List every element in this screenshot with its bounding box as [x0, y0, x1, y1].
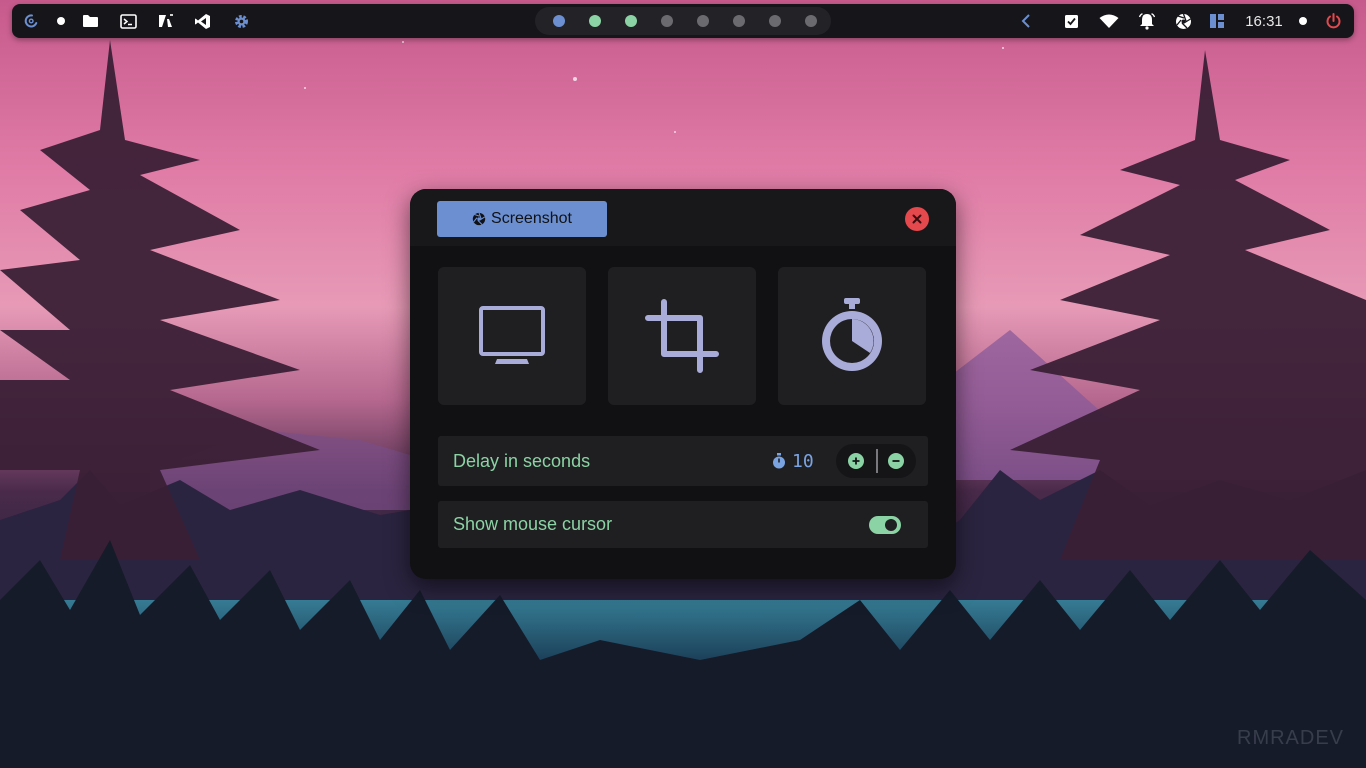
workspace-2-indicator[interactable] — [589, 15, 601, 27]
dialog-title-badge: Screenshot — [437, 201, 607, 237]
delay-display: 10 — [772, 436, 814, 486]
workspace-5-indicator[interactable] — [697, 15, 709, 27]
vscode-icon[interactable] — [192, 4, 212, 38]
layout-icon[interactable] — [1207, 4, 1227, 38]
workspace-1-indicator[interactable] — [553, 15, 565, 27]
clock[interactable]: 16:31 — [1236, 4, 1292, 38]
workspace-6-indicator[interactable] — [733, 15, 745, 27]
dialog-title: Screenshot — [491, 210, 572, 227]
notification-bell-icon[interactable] — [1136, 4, 1158, 38]
show-cursor-toggle[interactable] — [869, 516, 901, 534]
stepper-divider — [876, 449, 878, 473]
toggle-knob — [885, 519, 897, 531]
workspace-switcher — [535, 7, 831, 35]
dot-icon — [54, 4, 68, 38]
area-capture-button[interactable] — [608, 267, 756, 405]
code-editor-icon[interactable] — [155, 4, 175, 38]
workspace-8-indicator[interactable] — [805, 15, 817, 27]
wifi-icon[interactable] — [1097, 4, 1121, 38]
plus-icon — [852, 457, 860, 465]
workspace-3-indicator[interactable] — [625, 15, 637, 27]
close-icon — [912, 214, 922, 224]
dialog-header: Screenshot — [410, 189, 956, 246]
top-panel: 16:31 — [12, 4, 1354, 38]
dot-icon — [1296, 4, 1310, 38]
cursor-row: Show mouse cursor — [438, 501, 928, 548]
cursor-label: Show mouse cursor — [453, 514, 613, 534]
stopwatch-icon — [822, 298, 882, 371]
delay-row: Delay in seconds 10 — [438, 436, 928, 486]
fullscreen-capture-button[interactable] — [438, 267, 586, 405]
workspace-7-indicator[interactable] — [769, 15, 781, 27]
delay-stepper — [836, 444, 916, 478]
delay-value: 10 — [792, 450, 814, 472]
terminal-icon[interactable] — [118, 4, 138, 38]
folder-icon[interactable] — [80, 4, 100, 38]
monitor-icon — [479, 306, 545, 364]
workspace-4-indicator[interactable] — [661, 15, 673, 27]
screenshot-dialog: Screenshot Delay in seconds 10 Show mous… — [410, 189, 956, 579]
timer-capture-button[interactable] — [778, 267, 926, 405]
wallpaper-watermark: RMRADEV — [1237, 727, 1345, 749]
delay-decrease-button[interactable] — [888, 453, 904, 469]
chevron-left-icon[interactable] — [1017, 4, 1035, 38]
power-icon[interactable] — [1322, 4, 1344, 38]
close-button[interactable] — [905, 207, 929, 231]
debian-logo-icon[interactable] — [20, 4, 42, 38]
stopwatch-icon — [773, 453, 785, 469]
minus-icon — [892, 460, 900, 462]
clipboard-check-icon[interactable] — [1061, 4, 1081, 38]
camera-aperture-icon[interactable] — [1172, 4, 1194, 38]
delay-increase-button[interactable] — [848, 453, 864, 469]
delay-label: Delay in seconds — [453, 450, 591, 471]
desktop: 16:31 Screenshot Delay in seconds 10 Sho… — [0, 0, 1366, 768]
crop-icon — [645, 299, 719, 373]
settings-gear-icon[interactable] — [231, 4, 251, 38]
camera-aperture-icon — [472, 212, 486, 226]
